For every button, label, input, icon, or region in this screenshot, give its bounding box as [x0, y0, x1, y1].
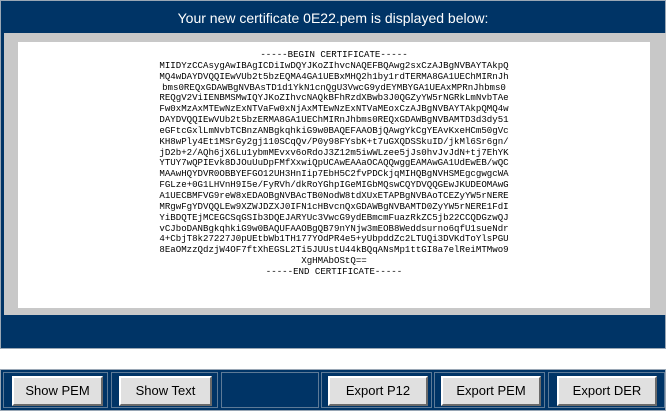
export-p12-cell: Export P12 [321, 372, 432, 408]
certificate-pem-text: -----BEGIN CERTIFICATE----- MIIDYzCCAsyg… [159, 49, 509, 277]
page-title: Your new certificate 0E22.pem is display… [177, 10, 489, 26]
export-der-cell: Export DER [548, 372, 665, 408]
show-pem-button[interactable]: Show PEM [12, 376, 103, 406]
export-p12-button[interactable]: Export P12 [328, 376, 428, 406]
export-der-button[interactable]: Export DER [557, 376, 657, 406]
certificate-panel: Your new certificate 0E22.pem is display… [0, 0, 666, 349]
export-pem-cell: Export PEM [434, 372, 545, 408]
show-text-button[interactable]: Show Text [119, 376, 212, 406]
certificate-frame: -----BEGIN CERTIFICATE----- MIIDYzCCAsyg… [4, 33, 666, 315]
show-pem-cell: Show PEM [3, 372, 108, 408]
toolbar-spacer [221, 372, 319, 408]
show-text-cell: Show Text [111, 372, 218, 408]
certificate-text-area[interactable]: -----BEGIN CERTIFICATE----- MIIDYzCCAsyg… [18, 42, 650, 308]
export-pem-button[interactable]: Export PEM [441, 376, 541, 406]
action-toolbar: Show PEM Show Text Export P12 Export PEM… [0, 369, 666, 411]
